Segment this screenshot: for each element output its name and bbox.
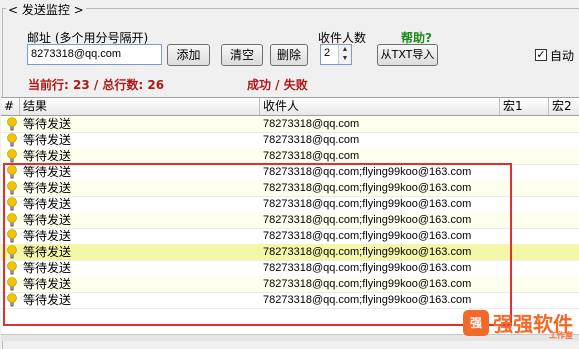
auto-checkbox[interactable]: ✓ — [535, 49, 547, 61]
row-progress: 当前行: 23 / 总行数: 26 — [28, 78, 165, 92]
lightbulb-icon — [7, 149, 17, 163]
watermark-sub: 工作室 — [549, 331, 573, 340]
row-recipient: 78273318@qq.com;flying99koo@163.com — [263, 246, 472, 258]
send-grid: # 结果 收件人 宏1 宏2 等待发送 78273318@qq.com 等待发送 78… — [1, 97, 579, 338]
watermark: 强 强强软件 工作室 — [463, 308, 573, 340]
table-row[interactable]: 等待发送 78273318@qq.com;flying99koo@163.com — [1, 212, 579, 229]
lightbulb-icon — [7, 117, 17, 131]
row-recipient: 78273318@qq.com — [263, 134, 360, 146]
row-status: 等待发送 — [23, 277, 72, 291]
clear-button[interactable]: 清空 — [221, 44, 263, 66]
lightbulb-icon — [7, 213, 17, 227]
table-row[interactable]: 等待发送 78273318@qq.com;flying99koo@163.com — [1, 260, 579, 277]
lightbulb-icon — [7, 133, 17, 147]
lightbulb-icon — [7, 293, 17, 307]
row-status: 等待发送 — [23, 133, 72, 147]
row-status: 等待发送 — [23, 117, 72, 131]
table-row[interactable]: 等待发送 78273318@qq.com;flying99koo@163.com — [1, 276, 579, 293]
col-recipient[interactable]: 收件人 — [260, 98, 500, 115]
row-recipient: 78273318@qq.com — [263, 118, 360, 130]
col-result[interactable]: 结果 — [20, 98, 260, 115]
row-status: 等待发送 — [23, 213, 72, 227]
row-status: 等待发送 — [23, 197, 72, 211]
grid-header: # 结果 收件人 宏1 宏2 — [1, 98, 579, 116]
lightbulb-icon — [7, 245, 17, 259]
lightbulb-icon — [7, 261, 17, 275]
address-input[interactable]: 8273318@qq.com — [27, 44, 162, 65]
lightbulb-icon — [7, 229, 17, 243]
lightbulb-icon — [7, 165, 17, 179]
row-recipient: 78273318@qq.com;flying99koo@163.com — [263, 198, 472, 210]
recipients-per-value: 2 — [324, 47, 331, 59]
col-index[interactable]: # — [1, 98, 20, 115]
row-status: 等待发送 — [23, 181, 72, 195]
delete-button[interactable]: 删除 — [270, 44, 308, 66]
row-status: 等待发送 — [23, 293, 72, 307]
col-macro1[interactable]: 宏1 — [500, 98, 549, 115]
lightbulb-icon — [7, 181, 17, 195]
row-status: 等待发送 — [23, 165, 72, 179]
row-recipient: 78273318@qq.com;flying99koo@163.com — [263, 214, 472, 226]
table-row[interactable]: 等待发送 78273318@qq.com;flying99koo@163.com — [1, 228, 579, 245]
row-recipient: 78273318@qq.com;flying99koo@163.com — [263, 166, 472, 178]
lightbulb-icon — [7, 277, 17, 291]
table-row[interactable]: 等待发送 78273318@qq.com;flying99koo@163.com — [1, 180, 579, 197]
table-row[interactable]: 等待发送 78273318@qq.com;flying99koo@163.com — [1, 164, 579, 181]
lightbulb-icon — [7, 197, 17, 211]
spin-up-icon[interactable]: ▲ — [342, 46, 349, 53]
import-txt-button[interactable]: 从TXT导入 — [377, 44, 438, 66]
table-row[interactable]: 等待发送 78273318@qq.com — [1, 148, 579, 165]
row-recipient: 78273318@qq.com;flying99koo@163.com — [263, 262, 472, 274]
spin-arrows[interactable]: ▲ ▼ — [338, 45, 351, 64]
row-status: 等待发送 — [23, 245, 72, 259]
spin-down-icon[interactable]: ▼ — [342, 55, 349, 62]
add-button[interactable]: 添加 — [167, 44, 210, 66]
table-row[interactable]: 等待发送 78273318@qq.com;flying99koo@163.com — [1, 196, 579, 213]
auto-label: 自动 — [550, 49, 575, 63]
table-row[interactable]: 等待发送 78273318@qq.com — [1, 132, 579, 149]
table-row[interactable]: 等待发送 78273318@qq.com — [1, 116, 579, 133]
table-row[interactable]: 等待发送 78273318@qq.com;flying99koo@163.com — [1, 292, 579, 309]
success-fail-count: 成功 / 失败 — [247, 78, 308, 92]
row-recipient: 78273318@qq.com;flying99koo@163.com — [263, 230, 472, 242]
row-status: 等待发送 — [23, 229, 72, 243]
col-macro2[interactable]: 宏2 — [549, 98, 579, 115]
table-row[interactable]: 等待发送 78273318@qq.com;flying99koo@163.com — [1, 244, 579, 261]
row-status: 等待发送 — [23, 261, 72, 275]
row-recipient: 78273318@qq.com;flying99koo@163.com — [263, 294, 472, 306]
row-status: 等待发送 — [23, 149, 72, 163]
watermark-logo-icon: 强 — [463, 309, 489, 336]
group-title: < 发送监控 > — [6, 1, 86, 18]
recipients-per-stepper[interactable]: 2 ▲ ▼ — [320, 44, 352, 65]
row-recipient: 78273318@qq.com;flying99koo@163.com — [263, 182, 472, 194]
row-recipient: 78273318@qq.com;flying99koo@163.com — [263, 278, 472, 290]
row-recipient: 78273318@qq.com — [263, 150, 360, 162]
